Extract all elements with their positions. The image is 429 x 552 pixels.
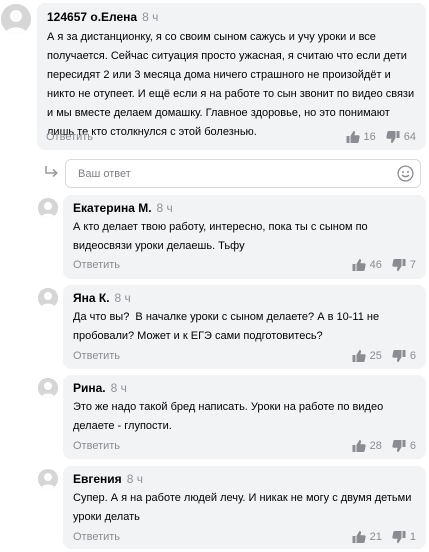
comment-author[interactable]: 124657 о.Елена [47, 10, 137, 24]
comment-footer: Ответить 25 6 [63, 346, 426, 366]
reply-button[interactable]: Ответить [73, 527, 120, 547]
emoji-icon[interactable] [397, 165, 414, 182]
user-avatar-icon [38, 198, 58, 218]
reply-field [65, 159, 421, 188]
reply-button[interactable]: Ответить [46, 127, 93, 147]
comment-footer: Ответить 16 64 [37, 127, 426, 147]
user-avatar-icon [1, 4, 31, 34]
comment-author[interactable]: Рина. [73, 381, 106, 395]
likes-count: 21 [369, 531, 382, 543]
thumbs-up-icon[interactable] [352, 439, 366, 453]
thumbs-down-icon[interactable] [386, 130, 400, 144]
comment-text: Супер. А я на работе людей лечу. И никак… [73, 492, 412, 523]
comment-header: Екатерина М. 8 ч [73, 201, 173, 215]
dislikes-count: 6 [409, 440, 416, 452]
comment-time: 8 ч [114, 291, 131, 305]
thumbs-down-icon[interactable] [392, 530, 406, 544]
main-comment: 124657 о.Елена 8 ч А я за дистанционку, я… [37, 3, 426, 150]
comment-time: 8 ч [156, 201, 173, 215]
comment-time: 8 ч [110, 381, 127, 395]
vote-controls: 25 6 [352, 346, 416, 366]
vote-controls: 21 1 [352, 527, 416, 547]
comment-text: Да что вы? В началке уроки с сыном делае… [73, 311, 380, 342]
reply-button[interactable]: Ответить [73, 346, 120, 366]
user-avatar-icon [38, 469, 58, 489]
thumbs-down-icon[interactable] [392, 258, 406, 272]
comment-time: 8 ч [126, 472, 143, 486]
reply-comment: Екатерина М. 8 ч А кто делает твою работу… [63, 195, 426, 279]
avatar[interactable] [38, 469, 58, 489]
comment-text: Это же надо такой бред написать. Уроки н… [73, 401, 384, 432]
likes-count: 28 [369, 440, 382, 452]
avatar[interactable] [38, 198, 58, 218]
vote-controls: 28 6 [352, 436, 416, 456]
dislikes-count: 1 [409, 531, 416, 543]
likes-count: 16 [363, 131, 376, 143]
reply-input[interactable] [78, 160, 378, 187]
vote-controls: 46 7 [352, 255, 416, 275]
thumbs-up-icon[interactable] [352, 530, 366, 544]
comment-text: А кто делает твою работу, интересно, пок… [73, 221, 368, 252]
comment-header: Евгения 8 ч [73, 472, 143, 486]
avatar[interactable] [38, 288, 58, 308]
comment-header: Рина. 8 ч [73, 381, 127, 395]
dislikes-count: 6 [409, 350, 416, 362]
likes-count: 46 [369, 259, 382, 271]
thumbs-up-icon[interactable] [352, 258, 366, 272]
comment-time: 8 ч [142, 10, 159, 24]
thumbs-down-icon[interactable] [392, 439, 406, 453]
comment-author[interactable]: Екатерина М. [73, 201, 152, 215]
avatar[interactable] [1, 4, 31, 34]
comment-footer: Ответить 28 6 [63, 436, 426, 456]
comment-text: А я за дистанционку, я со своим сыном са… [47, 31, 415, 138]
dislikes-count: 64 [403, 131, 416, 143]
user-avatar-icon [38, 378, 58, 398]
thumbs-down-icon[interactable] [392, 349, 406, 363]
comment-author[interactable]: Евгения [73, 472, 122, 486]
dislikes-count: 7 [409, 259, 416, 271]
reply-arrow-icon [44, 164, 60, 180]
comment-footer: Ответить 21 1 [63, 527, 426, 547]
comment-author[interactable]: Яна К. [73, 291, 110, 305]
reply-comment: Рина. 8 ч Это же надо такой бред написать… [63, 375, 426, 459]
thumbs-up-icon[interactable] [352, 349, 366, 363]
user-avatar-icon [38, 288, 58, 308]
likes-count: 25 [369, 350, 382, 362]
thumbs-up-icon[interactable] [346, 130, 360, 144]
reply-button[interactable]: Ответить [73, 255, 120, 275]
reply-button[interactable]: Ответить [73, 436, 120, 456]
vote-controls: 16 64 [346, 127, 416, 147]
comment-header: Яна К. 8 ч [73, 291, 131, 305]
avatar[interactable] [38, 378, 58, 398]
reply-comment: Евгения 8 ч Супер. А я на работе людей ле… [63, 466, 426, 549]
comment-header: 124657 о.Елена 8 ч [47, 10, 158, 24]
comment-footer: Ответить 46 7 [63, 255, 426, 275]
reply-comment: Яна К. 8 ч Да что вы? В началке уроки с с… [63, 285, 426, 369]
